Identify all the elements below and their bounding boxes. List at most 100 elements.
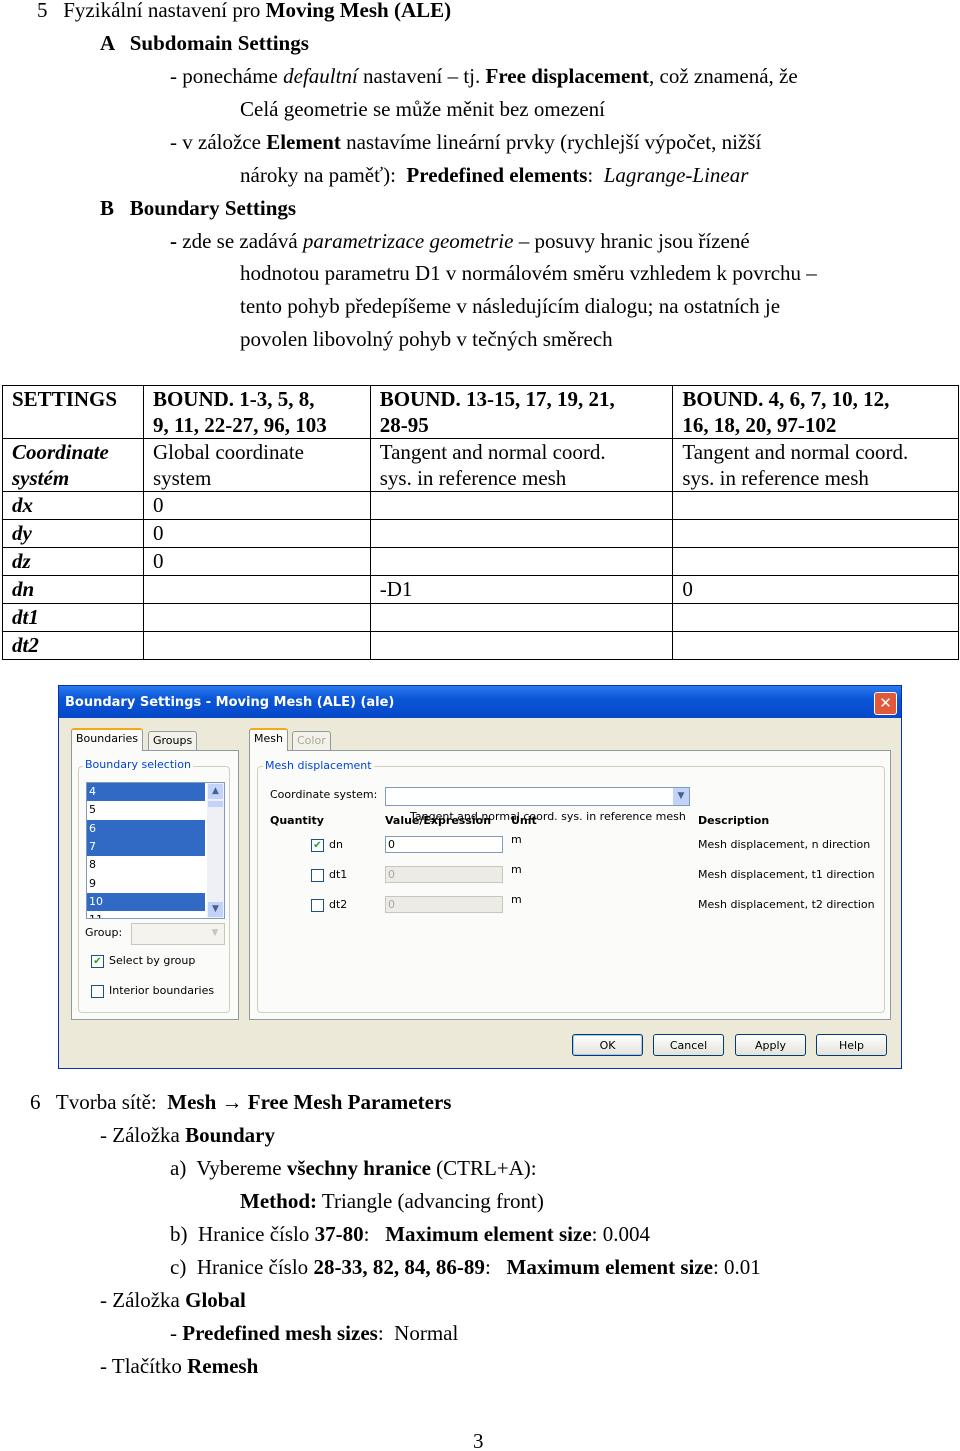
boundary-settings-dialog: Boundary Settings - Moving Mesh (ALE) (a…	[58, 685, 902, 1069]
interior-boundaries-checkbox[interactable]	[91, 985, 104, 998]
chevron-down-icon: ▼	[211, 928, 219, 938]
settings-table: SETTINGS BOUND. 1-3, 5, 8, 9, 11, 22-27,…	[2, 385, 959, 660]
dt1-value-input[interactable]: 0	[385, 866, 503, 883]
document-page: 5 Fyzikální nastavení pro Moving Mesh (A…	[0, 0, 960, 1451]
dialog-title-bar[interactable]: Boundary Settings - Moving Mesh (ALE) (a…	[59, 686, 901, 718]
description-header: Description	[698, 814, 770, 827]
list-item[interactable]: 6	[87, 819, 205, 838]
group-select[interactable]: ▼	[131, 923, 225, 945]
text-segment: Celá geometrie se může měnit bez omezení	[240, 97, 606, 121]
text-segment: 5 Fyzikální nastavení pro	[37, 0, 266, 22]
boundary-settings-heading: B Boundary Settings	[100, 196, 296, 220]
list-item[interactable]: 7	[87, 837, 205, 856]
text-segment: nastavíme lineární prvky (rychlejší výpo…	[340, 130, 762, 154]
text-segment: Maximum element size	[506, 1255, 713, 1279]
scroll-down-icon[interactable]: ▼	[208, 902, 223, 917]
text-segment: hodnotou parametru D1 v normálovém směru…	[240, 261, 817, 285]
dt2-value-input[interactable]: 0	[385, 896, 503, 913]
table-row: dt2	[2, 631, 959, 660]
value-header: Value/Expression	[385, 814, 492, 827]
quantity-header: Quantity	[270, 814, 324, 827]
table-row: dt1	[2, 603, 959, 632]
dn-value-input[interactable]: 0	[385, 836, 503, 853]
page-number: 3	[473, 1429, 484, 1451]
text-line: tento pohyb předepíšeme v následujícím d…	[240, 294, 780, 318]
table-cell: 0	[142, 491, 371, 520]
text-segment: Remesh	[187, 1354, 259, 1378]
list-item[interactable]: 10	[87, 892, 205, 911]
tab-groups[interactable]: Groups	[148, 731, 198, 750]
quantity-name: dt2	[329, 898, 348, 911]
text-segment: - ponecháme	[170, 64, 284, 88]
text-segment: b) Hranice číslo	[170, 1222, 315, 1246]
row-label: dt1	[2, 603, 144, 632]
text-segment: Free displacement	[485, 64, 650, 88]
table-cell: Tangent and normal coord. sys. in refere…	[672, 438, 959, 492]
text-segment: Mesh → Free Mesh Parameters	[167, 1090, 452, 1114]
dt2-checkbox[interactable]	[311, 899, 324, 912]
text-segment: : 0.004	[591, 1222, 650, 1246]
table-row: dx 0	[2, 491, 959, 520]
text-segment: Maximum element size	[385, 1222, 592, 1246]
unit-header: Unit	[511, 814, 537, 827]
text-segment: - Záložka	[100, 1123, 186, 1147]
text-segment: :	[587, 163, 604, 187]
list-item[interactable]: 9	[87, 875, 205, 893]
text-line: - Záložka Global	[100, 1288, 246, 1312]
description-label: Mesh displacement, t1 direction	[698, 868, 875, 881]
coordinate-system-select[interactable]: Tangent and normal coord. sys. in refere…	[385, 787, 690, 823]
row-label: dx	[2, 491, 144, 520]
table-cell	[672, 603, 959, 632]
table-cell: Global coordinate system	[142, 438, 371, 492]
table-cell: Tangent and normal coord. sys. in refere…	[369, 438, 674, 492]
select-by-group-label: Select by group	[109, 954, 196, 967]
table-header-row: SETTINGS BOUND. 1-3, 5, 8, 9, 11, 22-27,…	[2, 385, 959, 439]
text-line: b) Hranice číslo 37-80: Maximum element …	[170, 1222, 650, 1246]
table-cell: -D1	[369, 575, 674, 604]
description-label: Mesh displacement, n direction	[698, 838, 871, 851]
text-segment: Lagrange-Linear	[603, 163, 749, 187]
tab-mesh[interactable]: Mesh	[249, 728, 288, 751]
list-item[interactable]: 11	[87, 911, 205, 918]
tab-boundaries[interactable]: Boundaries	[71, 728, 144, 751]
help-button[interactable]: Help	[816, 1034, 887, 1056]
section-5-heading: 5 Fyzikální nastavení pro Moving Mesh (A…	[37, 0, 451, 22]
row-label: dn	[2, 575, 144, 604]
text-segment: A Subdomain Settings	[100, 31, 309, 55]
text-segment: Predefined elements	[406, 163, 588, 187]
scroll-up-icon[interactable]: ▲	[208, 784, 223, 799]
text-segment: - Tlačítko	[100, 1354, 188, 1378]
text-line: - Tlačítko Remesh	[100, 1354, 258, 1378]
apply-button[interactable]: Apply	[735, 1034, 806, 1056]
cancel-button[interactable]: Cancel	[653, 1034, 724, 1056]
table-cell: 0	[142, 547, 371, 576]
table-cell	[142, 603, 371, 632]
dn-checkbox[interactable]: ✔	[311, 839, 324, 852]
text-line: - Predefined mesh sizes: Normal	[170, 1321, 458, 1345]
list-item[interactable]: 8	[87, 856, 205, 874]
table-cell: 0	[672, 575, 959, 604]
table-header-cell: BOUND. 13-15, 17, 19, 21, 28-95	[369, 385, 674, 439]
list-scrollbar[interactable]: ▲ ▼	[207, 783, 224, 918]
scroll-thumb[interactable]	[208, 801, 223, 807]
select-by-group-checkbox[interactable]: ✔	[91, 955, 104, 968]
list-item[interactable]: 4	[87, 783, 205, 801]
boundary-listbox[interactable]: 4567891011 ▲ ▼	[86, 782, 225, 919]
dt1-checkbox[interactable]	[311, 869, 324, 882]
text-segment: c) Hranice číslo	[170, 1255, 314, 1279]
text-segment: 37-80	[314, 1222, 364, 1246]
text-segment: 6 Tvorba sítě:	[30, 1090, 168, 1114]
text-segment: zde se zadává	[177, 229, 303, 253]
table-cell	[672, 519, 959, 548]
row-label: dy	[2, 519, 144, 548]
ok-button[interactable]: OK	[572, 1034, 643, 1056]
table-header-cell: BOUND. 4, 6, 7, 10, 12, 16, 18, 20, 97-1…	[672, 385, 959, 439]
text-segment: nastavení – tj.	[357, 64, 486, 88]
table-cell	[142, 575, 371, 604]
close-icon[interactable]: ✕	[874, 692, 897, 715]
text-line: Method: Triangle (advancing front)	[240, 1189, 544, 1213]
table-row: dn -D1 0	[2, 575, 959, 604]
list-item[interactable]: 5	[87, 801, 205, 819]
tab-color[interactable]: Color	[292, 731, 331, 750]
table-cell	[369, 631, 674, 660]
